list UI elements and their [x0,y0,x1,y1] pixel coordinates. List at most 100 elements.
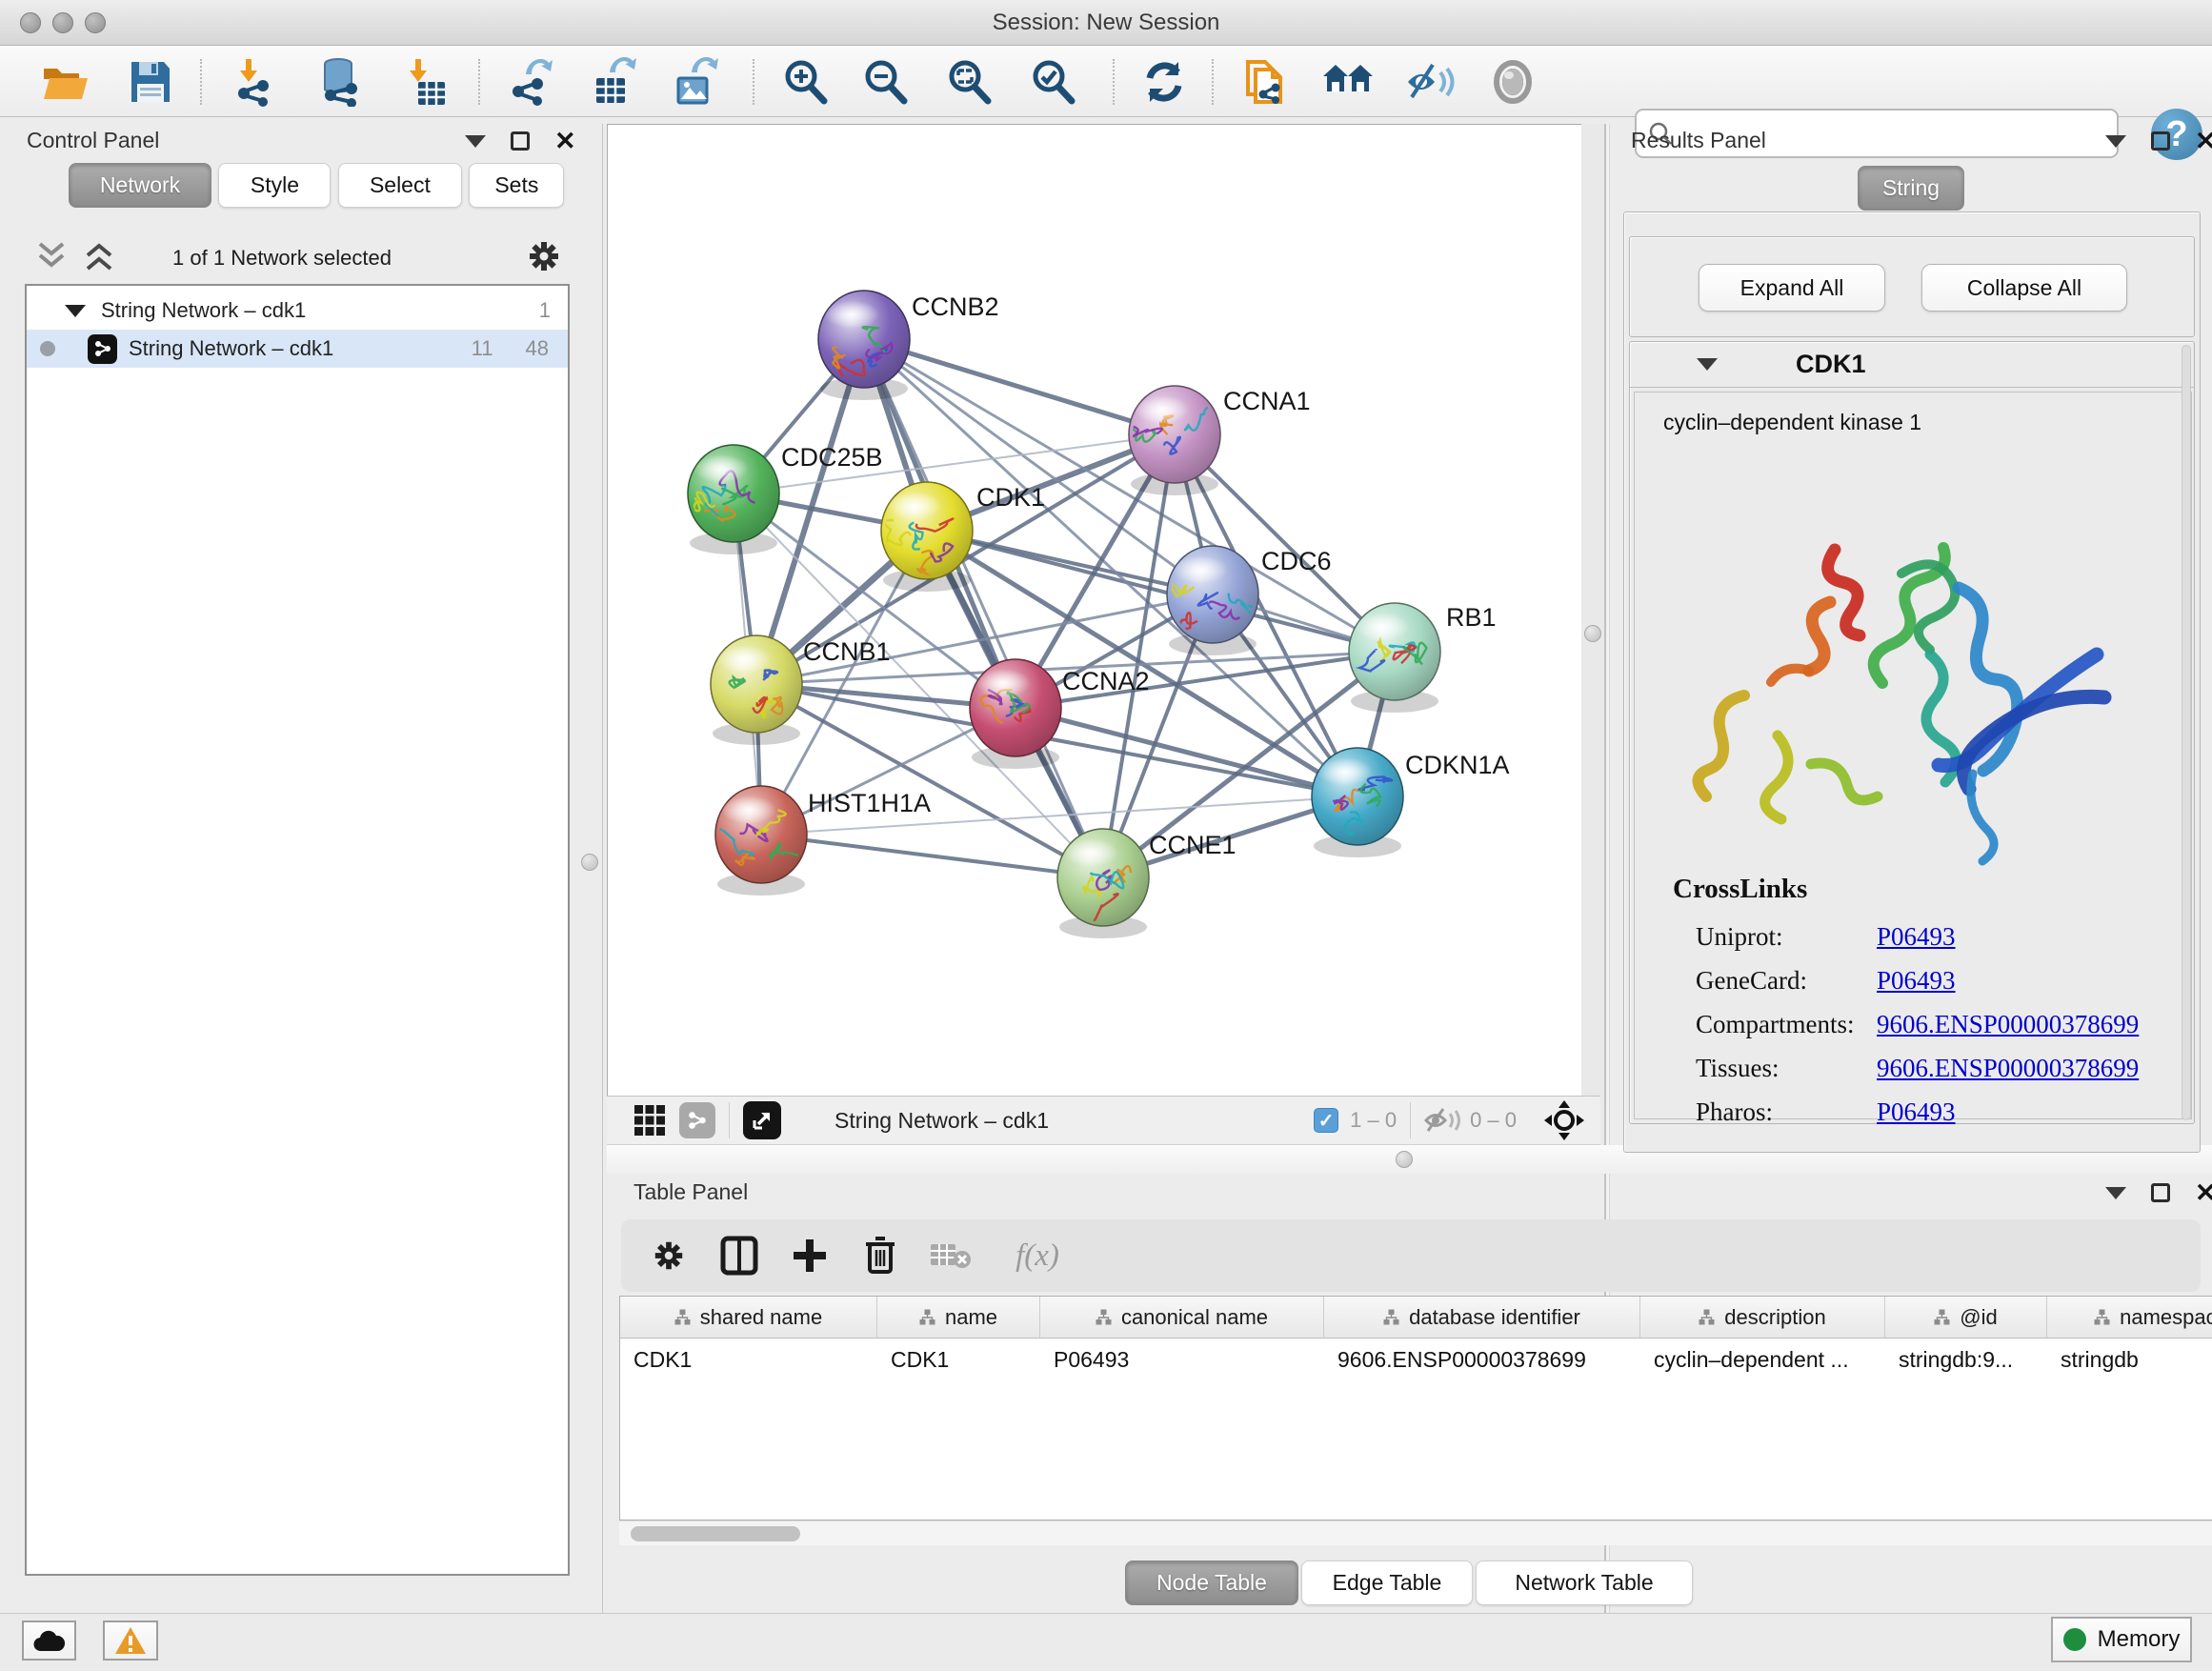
delete-column-button[interactable] [850,1219,911,1292]
network-canvas[interactable]: CCNB2CCNA1CDC25BCDK1CDC6RB1CCNB1CCNA2CDK… [607,124,1581,1096]
close-panel-icon[interactable]: ✕ [554,131,576,151]
crosslink-value-link[interactable]: P06493 [1877,922,1956,952]
table-column-header[interactable]: name [877,1297,1040,1338]
zoom-in-button[interactable] [777,54,835,110]
float-panel-icon[interactable] [2151,131,2170,151]
cdk1-card-header[interactable]: CDK1 [1630,342,2194,388]
table-settings-button[interactable] [638,1219,699,1292]
network-icon-gray[interactable] [679,1102,715,1138]
crosslink-row: GeneCard:P06493 [1696,958,2172,1002]
table-column-header[interactable]: namespace [2047,1297,2212,1338]
birdseye-icon[interactable] [1543,1099,1585,1141]
zoom-selected-button[interactable] [1025,54,1082,110]
float-panel-icon[interactable] [2151,1183,2170,1202]
toolbar-separator [1212,59,1214,105]
table-cell[interactable]: stringdb [2047,1339,2212,1380]
table-cell[interactable]: CDK1 [877,1339,1040,1380]
detach-view-icon[interactable] [743,1101,781,1139]
panel-menu-icon[interactable] [2105,135,2126,148]
crosslink-value-link[interactable]: P06493 [1877,966,1956,996]
table-cell[interactable]: cyclin–dependent ... [1640,1339,1885,1380]
table-cell[interactable]: stringdb:9... [1885,1339,2047,1380]
table-header-row: shared namenamecanonical namedatabase id… [620,1297,2212,1339]
network-label: String Network – cdk1 [129,336,333,361]
open-session-button[interactable] [36,54,93,110]
crosslink-value-link[interactable]: 9606.ENSP00000378699 [1877,1054,2139,1083]
table-horizontal-scrollbar[interactable] [619,1520,2212,1545]
table-column-header[interactable]: @id [1885,1297,2047,1338]
main-toolbar: ? [0,46,2212,117]
save-session-button[interactable] [122,54,179,110]
tab-network[interactable]: Network [69,163,211,208]
table-column-header[interactable]: description [1640,1297,1885,1338]
collection-count: 1 [539,298,551,323]
status-bar: Memory [0,1613,2212,1671]
export-network-button[interactable] [503,54,560,110]
zoom-fit-button[interactable] [941,54,998,110]
warnings-button[interactable] [103,1621,158,1661]
home-panels-button[interactable] [1320,54,1377,110]
selected-nodes-checkbox[interactable]: ✓ [1314,1108,1338,1133]
network-status-dot [40,341,55,356]
zoom-in-icon [781,57,831,107]
crosslink-value-link[interactable]: 9606.ENSP00000378699 [1877,1010,2139,1039]
network-view-toolbar: String Network – cdk1 ✓ 1 – 0 0 – 0 [607,1096,1600,1145]
results-scrollbar[interactable] [2182,345,2191,1120]
export-table-button[interactable] [585,54,642,110]
tab-edge-table[interactable]: Edge Table [1301,1560,1473,1605]
export-image-button[interactable] [667,54,724,110]
tab-node-table[interactable]: Node Table [1125,1560,1298,1605]
delete-table-button[interactable] [920,1219,981,1292]
function-builder-button[interactable]: f(x) [995,1219,1080,1292]
table-cell[interactable]: P06493 [1040,1339,1324,1380]
clone-network-button[interactable] [1237,54,1294,110]
import-table-file-button[interactable] [396,54,453,110]
tab-style[interactable]: Style [218,163,331,208]
table-column-header[interactable]: database identifier [1324,1297,1640,1338]
hide-panels-button[interactable] [1402,54,1459,110]
add-column-button[interactable] [779,1219,840,1292]
import-network-file-button[interactable] [227,54,284,110]
table-row[interactable]: CDK1CDK1P064939606.ENSP00000378699cyclin… [620,1339,2212,1380]
expand-all-button[interactable]: Expand All [1699,264,1885,312]
memory-button[interactable]: Memory [2051,1617,2192,1662]
tab-network-table[interactable]: Network Table [1476,1560,1693,1605]
refresh-button[interactable] [1136,54,1193,110]
tab-string[interactable]: String [1858,166,1964,211]
scrollbar-thumb[interactable] [631,1526,800,1541]
network-selection-status: 1 of 1 Network selected [25,246,539,271]
panel-menu-icon[interactable] [465,135,486,148]
close-panel-icon[interactable]: ✕ [2195,131,2212,151]
network-row-selected[interactable]: String Network – cdk1 11 48 [27,330,568,368]
right-splitter-handle[interactable] [1584,625,1601,642]
node-label: CDC25B [781,443,883,472]
network-options-gear-icon[interactable] [526,238,562,274]
import-network-database-button[interactable] [311,54,368,110]
show-columns-button[interactable] [709,1219,770,1292]
collection-expander-icon[interactable] [65,305,86,317]
table-cell[interactable]: 9606.ENSP00000378699 [1324,1339,1640,1380]
cdk1-expander-icon[interactable] [1697,358,1718,371]
panel-menu-icon[interactable] [2105,1187,2126,1199]
hidden-eye-icon[interactable] [1424,1106,1460,1135]
preview-sphere-button[interactable] [1484,54,1541,110]
network-edge [864,339,1175,434]
cloud-button[interactable] [22,1621,76,1661]
left-splitter-handle[interactable] [581,854,598,871]
crosslink-value-link[interactable]: P06493 [1877,1097,1956,1127]
tab-sets[interactable]: Sets [469,163,564,208]
network-collection-row[interactable]: String Network – cdk1 1 [27,292,568,330]
collapse-all-button[interactable]: Collapse All [1921,264,2127,312]
zoom-out-button[interactable] [857,54,915,110]
grid-view-icon[interactable] [633,1104,666,1137]
tab-select[interactable]: Select [338,163,462,208]
warning-icon [114,1626,147,1655]
bottom-splitter-handle[interactable] [1396,1151,1413,1168]
table-column-header[interactable]: canonical name [1040,1297,1324,1338]
close-panel-icon[interactable]: ✕ [2195,1183,2212,1202]
float-panel-icon[interactable] [511,131,530,151]
node-label: CCNB1 [803,637,891,666]
table-column-header[interactable]: shared name [620,1297,877,1338]
table-cell[interactable]: CDK1 [620,1339,877,1380]
node-label: CCNE1 [1149,831,1237,859]
